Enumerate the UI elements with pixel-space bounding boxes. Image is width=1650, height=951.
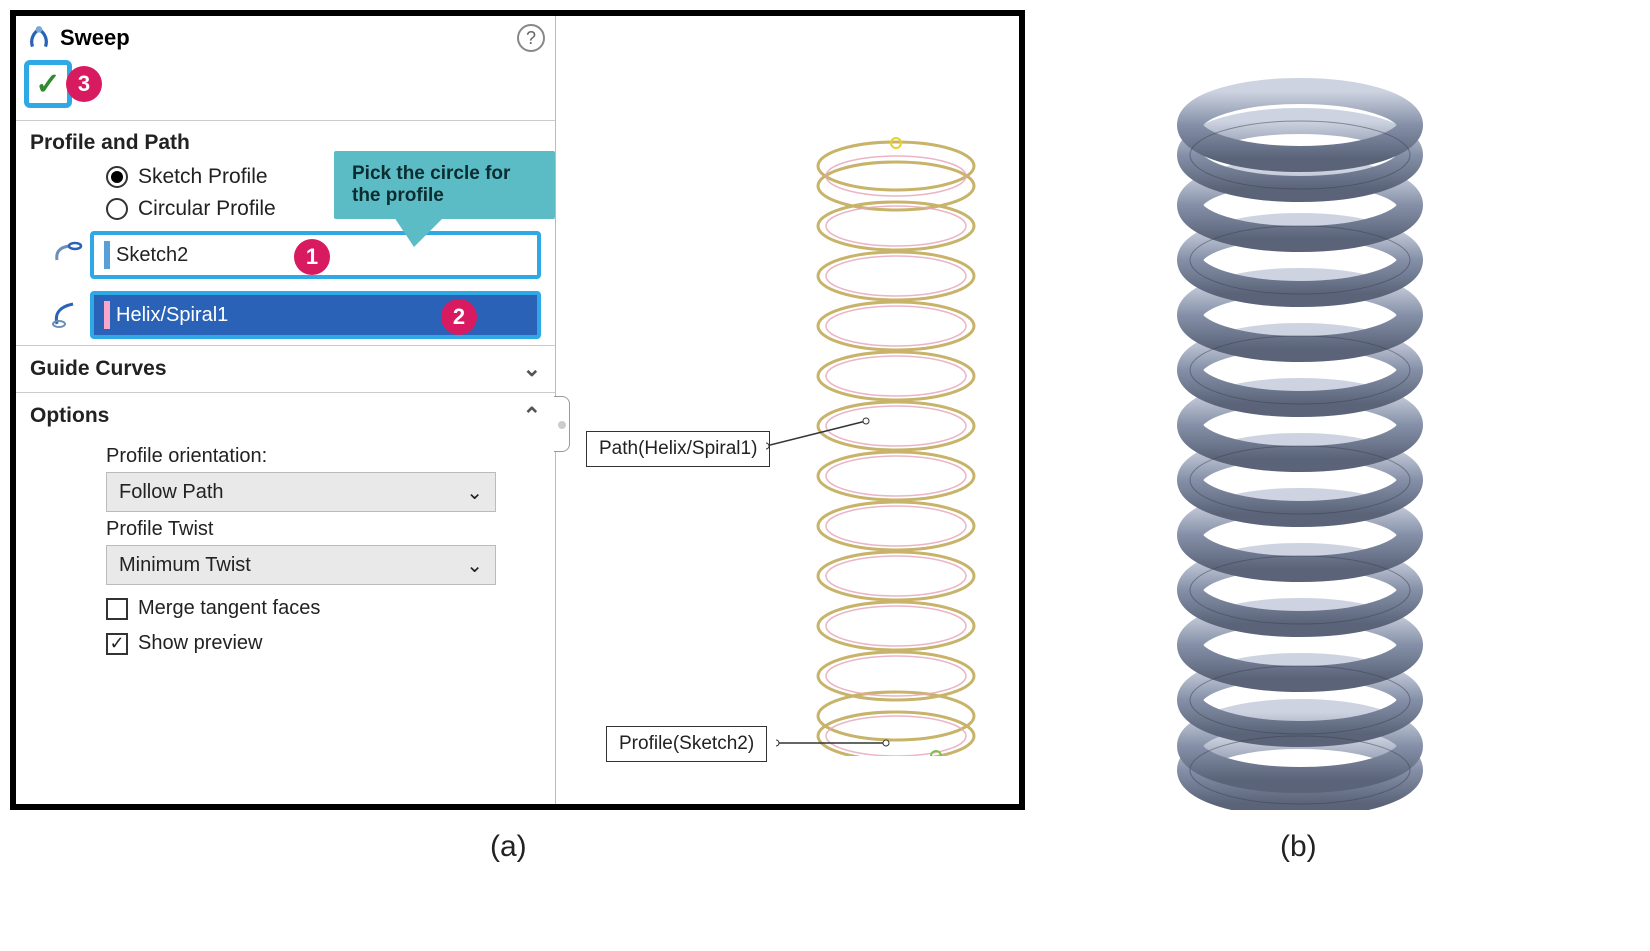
chevron-down-icon: ⌄ xyxy=(466,553,483,578)
profile-orientation-label: Profile orientation: xyxy=(106,445,541,468)
callout-badge-2: 2 xyxy=(441,299,477,335)
graphics-viewport[interactable]: Path(Helix/Spiral1) Profile(Sketch2) xyxy=(556,16,1019,804)
chevron-down-icon: ⌄ xyxy=(466,480,483,505)
dropdown-value: Follow Path xyxy=(119,481,224,504)
path-selection-input[interactable]: Helix/Spiral1 2 xyxy=(90,291,541,339)
profile-orientation-dropdown[interactable]: Follow Path ⌄ xyxy=(106,472,496,512)
chevron-up-icon: ⌃ xyxy=(523,403,541,429)
confirm-cancel-row: ✓ 3 xyxy=(16,56,555,121)
instruction-tooltip: Pick the circle for the profile xyxy=(334,151,555,219)
callout-badge-3: 3 xyxy=(66,66,102,102)
help-icon[interactable]: ? xyxy=(517,24,545,52)
panel-title: Sweep xyxy=(60,25,130,51)
dot-icon xyxy=(558,421,566,429)
section-guide-curves[interactable]: Guide Curves ⌄ xyxy=(16,345,555,392)
path-annotation-label: Path(Helix/Spiral1) xyxy=(586,431,770,467)
show-preview-checkbox[interactable]: ✓ Show preview xyxy=(106,632,541,655)
selection-bar-icon xyxy=(104,241,110,269)
checkbox-label: Merge tangent faces xyxy=(138,597,320,620)
dropdown-value: Minimum Twist xyxy=(119,554,251,577)
profile-twist-dropdown[interactable]: Minimum Twist ⌄ xyxy=(106,545,496,585)
selection-bar-icon xyxy=(104,301,110,329)
path-selection-row: Helix/Spiral1 2 xyxy=(16,285,555,345)
profile-annotation-label: Profile(Sketch2) xyxy=(606,726,767,762)
figure-label-b: (b) xyxy=(1280,830,1317,864)
dialog-screenshot-frame: Sweep ? ✓ 3 Profile and Path Sketch Prof… xyxy=(10,10,1025,810)
radio-icon xyxy=(106,166,128,188)
checkbox-icon: ✓ xyxy=(106,633,128,655)
merge-tangent-faces-checkbox[interactable]: Merge tangent faces xyxy=(106,597,541,620)
radio-icon xyxy=(106,198,128,220)
section-options[interactable]: Options ⌃ xyxy=(16,392,555,439)
ok-button[interactable]: ✓ xyxy=(24,60,72,108)
profile-selection-input[interactable]: Sketch2 1 xyxy=(90,231,541,279)
profile-twist-label: Profile Twist xyxy=(106,518,541,541)
path-selection-value: Helix/Spiral1 xyxy=(116,304,228,327)
radio-label: Sketch Profile xyxy=(138,165,268,189)
section-label: Guide Curves xyxy=(30,357,167,381)
rendered-spring-result xyxy=(1140,70,1460,810)
checkmark-icon: ✓ xyxy=(35,67,60,102)
panel-expand-tab[interactable] xyxy=(554,396,570,452)
profile-selection-value: Sketch2 xyxy=(116,244,188,267)
panel-header: Sweep ? xyxy=(16,16,555,56)
checkbox-label: Show preview xyxy=(138,632,263,655)
sweep-property-panel: Sweep ? ✓ 3 Profile and Path Sketch Prof… xyxy=(16,16,556,804)
leader-line xyxy=(766,416,876,456)
section-label: Options xyxy=(30,404,109,428)
leader-line xyxy=(776,731,896,761)
figure-label-a: (a) xyxy=(490,830,527,864)
radio-label: Circular Profile xyxy=(138,197,276,221)
profile-selection-row: Sketch2 1 xyxy=(16,225,555,285)
profile-icon xyxy=(46,238,90,272)
chevron-down-icon: ⌄ xyxy=(523,356,541,382)
checkbox-icon xyxy=(106,598,128,620)
sweep-feature-icon xyxy=(26,25,52,51)
path-icon xyxy=(46,298,90,332)
callout-badge-1: 1 xyxy=(294,239,330,275)
options-body: Profile orientation: Follow Path ⌄ Profi… xyxy=(16,445,555,665)
